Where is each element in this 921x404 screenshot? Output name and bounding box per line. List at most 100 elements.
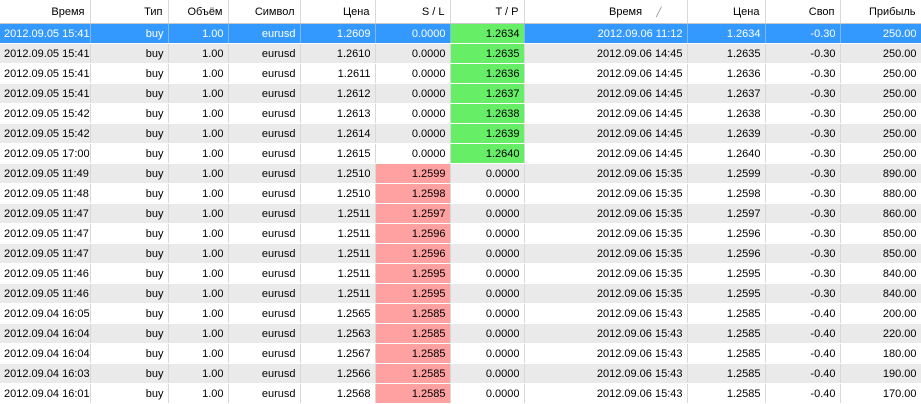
cell-take-profit: 1.2637 <box>450 83 525 104</box>
table-row[interactable]: 2012.09.05 11:47 buy 1.00 eurusd 1.2511 1.259… <box>0 223 921 244</box>
table-row[interactable]: 2012.09.04 16:04 buy 1.00 eurusd 1.2567 1.258… <box>0 343 921 364</box>
cell-open-price: 1.2565 <box>300 303 376 324</box>
table-row[interactable]: 2012.09.05 15:41 buy 1.00 eurusd 1.2612 0.000… <box>0 83 921 104</box>
cell-symbol: eurusd <box>228 223 301 244</box>
cell-symbol: eurusd <box>228 163 301 184</box>
cell-close-time: 2012.09.06 11:12 <box>524 23 688 44</box>
cell-close-price: 1.2639 <box>687 123 766 144</box>
cell-type: buy <box>90 163 169 184</box>
header-stop-loss[interactable]: S / L <box>375 0 451 24</box>
cell-profit: 200.00 <box>840 303 921 324</box>
cell-type: buy <box>90 383 169 404</box>
cell-open-time: 2012.09.05 15:42 <box>0 103 91 124</box>
header-close-price[interactable]: Цена <box>687 0 766 24</box>
header-type[interactable]: Тип <box>90 0 169 24</box>
cell-stop-loss: 0.0000 <box>375 83 451 104</box>
cell-volume: 1.00 <box>168 343 229 364</box>
cell-profit: 250.00 <box>840 103 921 124</box>
table-row[interactable]: 2012.09.05 11:46 buy 1.00 eurusd 1.2511 1.259… <box>0 283 921 304</box>
cell-symbol: eurusd <box>228 383 301 404</box>
cell-symbol: eurusd <box>228 123 301 144</box>
cell-close-time: 2012.09.06 14:45 <box>524 83 688 104</box>
cell-close-price: 1.2634 <box>687 23 766 44</box>
cell-close-price: 1.2585 <box>687 383 766 404</box>
cell-stop-loss: 0.0000 <box>375 143 451 164</box>
table-row[interactable]: 2012.09.05 11:49 buy 1.00 eurusd 1.2510 1.259… <box>0 163 921 184</box>
cell-type: buy <box>90 323 169 344</box>
table-row[interactable]: 2012.09.05 15:41 buy 1.00 eurusd 1.2610 0.000… <box>0 43 921 64</box>
cell-close-price: 1.2636 <box>687 63 766 84</box>
cell-open-time: 2012.09.05 11:46 <box>0 263 91 284</box>
cell-open-price: 1.2612 <box>300 83 376 104</box>
cell-swap: -0.30 <box>765 123 841 144</box>
cell-type: buy <box>90 363 169 384</box>
cell-type: buy <box>90 283 169 304</box>
cell-stop-loss: 0.0000 <box>375 103 451 124</box>
cell-volume: 1.00 <box>168 383 229 404</box>
table-row[interactable]: 2012.09.05 11:47 buy 1.00 eurusd 1.2511 1.259… <box>0 203 921 224</box>
table-row[interactable]: 2012.09.05 15:41 buy 1.00 eurusd 1.2609 0.000… <box>0 23 921 44</box>
cell-symbol: eurusd <box>228 83 301 104</box>
header-open-time[interactable]: Время <box>0 0 91 24</box>
table-row[interactable]: 2012.09.04 16:03 buy 1.00 eurusd 1.2566 1.258… <box>0 363 921 384</box>
cell-open-time: 2012.09.04 16:03 <box>0 363 91 384</box>
cell-open-time: 2012.09.05 11:47 <box>0 203 91 224</box>
table-row[interactable]: 2012.09.05 11:48 buy 1.00 eurusd 1.2510 1.259… <box>0 183 921 204</box>
header-take-profit[interactable]: T / P <box>450 0 525 24</box>
cell-close-time: 2012.09.06 14:45 <box>524 103 688 124</box>
header-swap[interactable]: Своп <box>765 0 841 24</box>
header-symbol[interactable]: Символ <box>228 0 301 24</box>
cell-stop-loss: 0.0000 <box>375 23 451 44</box>
cell-type: buy <box>90 303 169 324</box>
cell-type: buy <box>90 83 169 104</box>
cell-type: buy <box>90 143 169 164</box>
cell-open-price: 1.2563 <box>300 323 376 344</box>
header-profit[interactable]: Прибыль <box>840 0 921 24</box>
cell-open-time: 2012.09.04 16:01 <box>0 383 91 404</box>
cell-swap: -0.30 <box>765 103 841 124</box>
cell-volume: 1.00 <box>168 363 229 384</box>
table-row[interactable]: 2012.09.05 11:47 buy 1.00 eurusd 1.2511 1.259… <box>0 243 921 264</box>
cell-swap: -0.30 <box>765 43 841 64</box>
cell-swap: -0.30 <box>765 163 841 184</box>
cell-symbol: eurusd <box>228 363 301 384</box>
cell-close-time: 2012.09.06 15:43 <box>524 383 688 404</box>
header-close-time[interactable]: Время ╱ <box>524 0 688 24</box>
cell-symbol: eurusd <box>228 283 301 304</box>
cell-close-time: 2012.09.06 15:35 <box>524 163 688 184</box>
table-row[interactable]: 2012.09.04 16:04 buy 1.00 eurusd 1.2563 1.258… <box>0 323 921 344</box>
cell-type: buy <box>90 243 169 264</box>
cell-profit: 220.00 <box>840 323 921 344</box>
table-row[interactable]: 2012.09.04 16:01 buy 1.00 eurusd 1.2568 1.258… <box>0 383 921 404</box>
cell-close-price: 1.2596 <box>687 223 766 244</box>
cell-type: buy <box>90 63 169 84</box>
table-row[interactable]: 2012.09.05 15:41 buy 1.00 eurusd 1.2611 0.000… <box>0 63 921 84</box>
table-row[interactable]: 2012.09.05 11:46 buy 1.00 eurusd 1.2511 1.259… <box>0 263 921 284</box>
trade-history-table: Время Тип Объём Символ Цена S / L T / P … <box>0 0 921 404</box>
cell-type: buy <box>90 223 169 244</box>
cell-type: buy <box>90 23 169 44</box>
cell-take-profit: 1.2634 <box>450 23 525 44</box>
cell-profit: 170.00 <box>840 383 921 404</box>
cell-take-profit: 1.2635 <box>450 43 525 64</box>
cell-open-time: 2012.09.04 16:05 <box>0 303 91 324</box>
cell-take-profit: 0.0000 <box>450 163 525 184</box>
table-row[interactable]: 2012.09.04 16:05 buy 1.00 eurusd 1.2565 1.258… <box>0 303 921 324</box>
cell-swap: -0.30 <box>765 283 841 304</box>
header-volume[interactable]: Объём <box>168 0 229 24</box>
table-row[interactable]: 2012.09.05 17:00 buy 1.00 eurusd 1.2615 0.000… <box>0 143 921 164</box>
cell-volume: 1.00 <box>168 203 229 224</box>
cell-stop-loss: 1.2598 <box>375 183 451 204</box>
cell-close-time: 2012.09.06 14:45 <box>524 63 688 84</box>
header-open-price[interactable]: Цена <box>300 0 376 24</box>
table-row[interactable]: 2012.09.05 15:42 buy 1.00 eurusd 1.2614 0.000… <box>0 123 921 144</box>
cell-open-time: 2012.09.05 15:41 <box>0 63 91 84</box>
cell-type: buy <box>90 203 169 224</box>
cell-open-price: 1.2511 <box>300 263 376 284</box>
cell-open-price: 1.2610 <box>300 43 376 64</box>
table-row[interactable]: 2012.09.05 15:42 buy 1.00 eurusd 1.2613 0.000… <box>0 103 921 124</box>
cell-take-profit: 0.0000 <box>450 323 525 344</box>
cell-type: buy <box>90 343 169 364</box>
cell-symbol: eurusd <box>228 203 301 224</box>
cell-open-price: 1.2568 <box>300 383 376 404</box>
